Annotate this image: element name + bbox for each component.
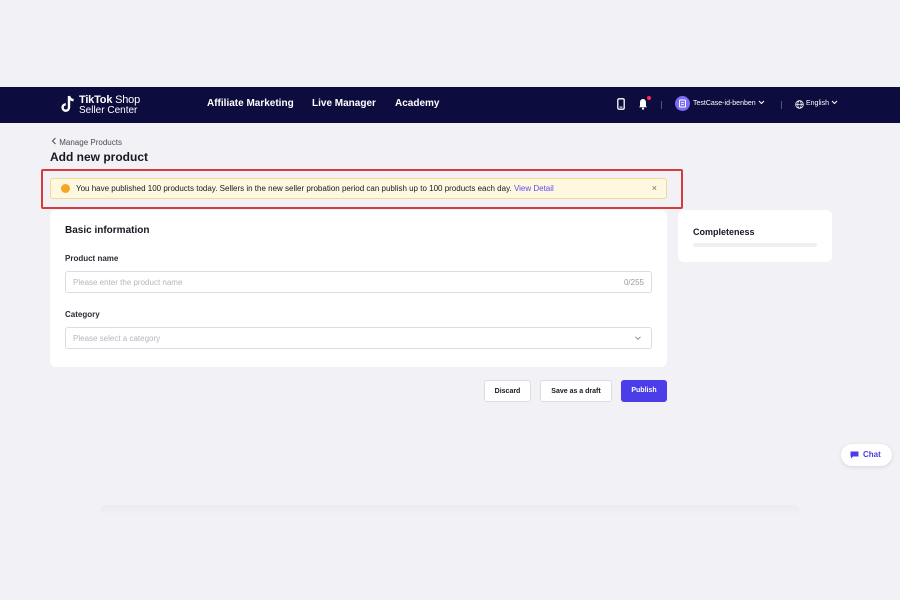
divider xyxy=(781,101,782,109)
completeness-progress xyxy=(693,243,817,247)
alert-message: You have published 100 products today. S… xyxy=(76,184,554,193)
completeness-card: Completeness xyxy=(678,210,832,262)
basic-information-card: Basic information Product name Please en… xyxy=(50,210,667,367)
tiktok-logo-icon xyxy=(61,95,74,112)
bell-icon[interactable] xyxy=(638,98,648,110)
breadcrumb-back-link[interactable]: Manage Products xyxy=(51,137,122,147)
bottom-shadow xyxy=(100,505,800,517)
nav-affiliate-marketing[interactable]: Affiliate Marketing xyxy=(207,98,294,109)
top-navigation-bar: TikTok Shop Seller Center Affiliate Mark… xyxy=(0,87,900,123)
category-select[interactable]: Please select a category xyxy=(65,327,652,349)
chat-button[interactable]: Chat xyxy=(841,444,892,466)
chevron-down-icon xyxy=(635,336,641,341)
phone-icon[interactable] xyxy=(617,98,625,110)
tiktok-shop-logo[interactable]: TikTok Shop Seller Center xyxy=(59,93,149,117)
category-label: Category xyxy=(65,310,100,319)
divider xyxy=(661,101,662,109)
globe-icon xyxy=(795,100,804,109)
chevron-left-icon xyxy=(51,137,56,145)
save-draft-button[interactable]: Save as a draft xyxy=(540,380,612,402)
character-counter: 0/255 xyxy=(623,278,644,287)
logo-subtitle: Seller Center xyxy=(79,105,138,116)
nav-academy[interactable]: Academy xyxy=(395,98,439,109)
page-title: Add new product xyxy=(50,150,148,164)
product-name-placeholder: Please enter the product name xyxy=(73,278,183,287)
chevron-down-icon xyxy=(831,100,838,105)
completeness-title: Completeness xyxy=(693,227,755,237)
chat-label: Chat xyxy=(863,450,881,459)
discard-button[interactable]: Discard xyxy=(484,380,531,402)
nav-live-manager[interactable]: Live Manager xyxy=(312,98,376,109)
account-name[interactable]: TestCase-id-benben xyxy=(693,100,765,107)
product-name-label: Product name xyxy=(65,254,119,263)
publish-button[interactable]: Publish xyxy=(621,380,667,402)
publish-limit-alert: You have published 100 products today. S… xyxy=(50,178,667,199)
notification-dot xyxy=(647,96,651,100)
product-name-input[interactable]: Please enter the product name 0/255 xyxy=(65,271,652,293)
section-title: Basic information xyxy=(65,225,150,236)
category-placeholder: Please select a category xyxy=(73,334,161,343)
chat-icon xyxy=(850,451,859,459)
view-detail-link[interactable]: View Detail xyxy=(514,184,554,193)
warning-icon xyxy=(61,184,70,193)
close-icon[interactable]: × xyxy=(652,183,657,193)
store-icon xyxy=(679,99,686,108)
language-selector[interactable]: English xyxy=(806,100,838,107)
avatar[interactable] xyxy=(675,96,690,111)
chevron-down-icon xyxy=(758,100,764,105)
